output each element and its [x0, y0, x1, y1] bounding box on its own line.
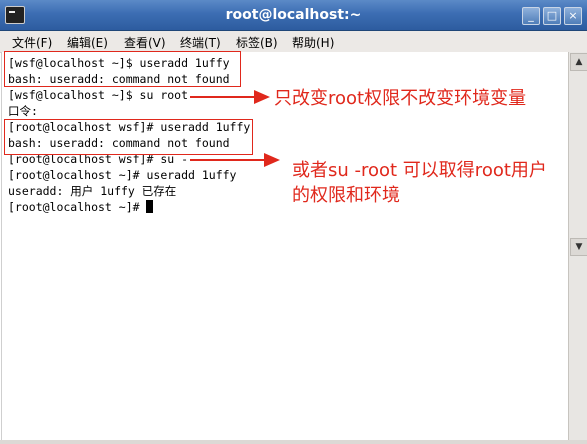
arrow-head-1: [254, 90, 270, 104]
annotation-note-2-line-2: 的权限和环境: [292, 185, 400, 206]
annotation-note-1: 只改变root权限不改变环境变量: [274, 88, 527, 109]
window-bottom-edge: [0, 440, 587, 444]
annotation-arrows: [190, 90, 280, 167]
arrow-head-2: [264, 153, 280, 167]
annotation-note-2-line-1: 或者su -root 可以取得root用户: [292, 160, 547, 181]
